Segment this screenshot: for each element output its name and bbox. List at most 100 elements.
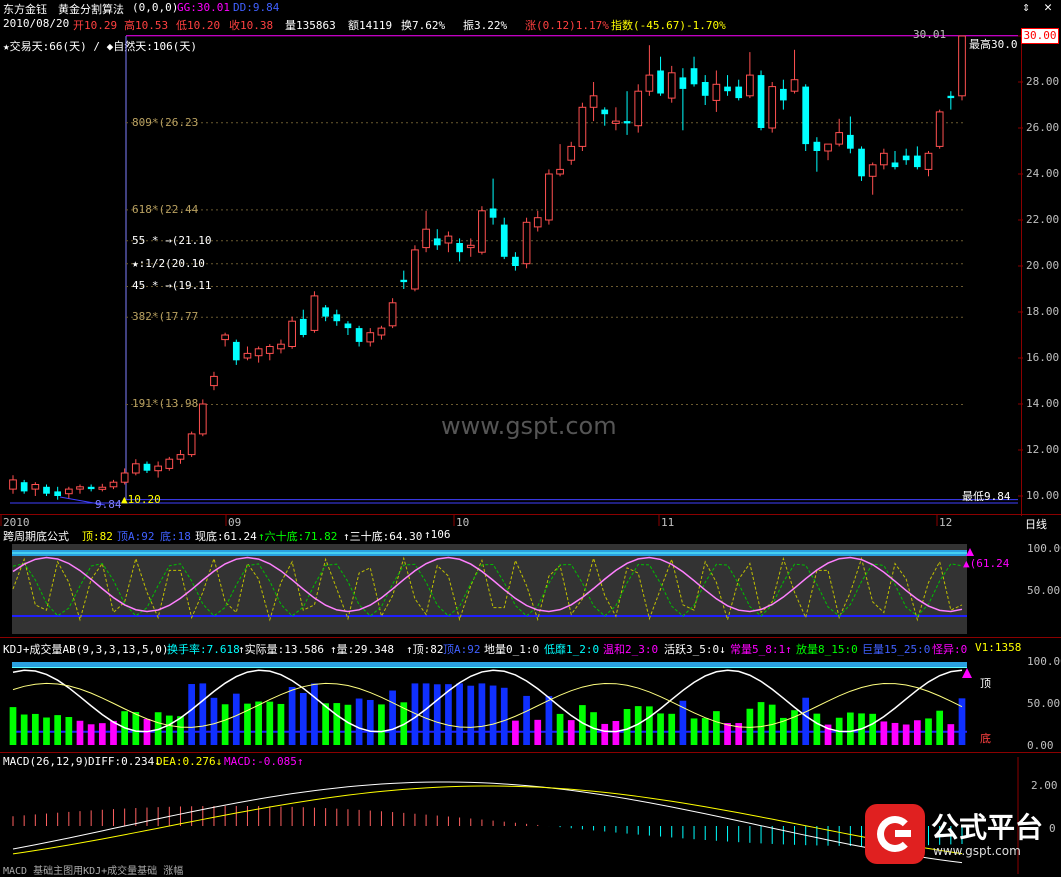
candle-body bbox=[790, 79, 799, 92]
candle-body bbox=[512, 256, 519, 266]
volume-bar bbox=[333, 703, 341, 745]
candle-body bbox=[556, 168, 564, 175]
panel2-title[interactable]: 跨周期底公式 bbox=[3, 528, 69, 544]
panel3-title[interactable]: KDJ+成交量AB(9,3,3,13,5,0) bbox=[3, 641, 168, 657]
volume-bar bbox=[500, 687, 508, 745]
candle-body bbox=[958, 35, 966, 97]
fib-label: 191*(13.98 bbox=[132, 397, 199, 411]
candle-body bbox=[780, 88, 787, 101]
panel4-bottom-text: MACD 基础主图用KDJ+成交量基础 涨幅 bbox=[3, 866, 184, 877]
candle-body bbox=[813, 141, 821, 151]
candle-body bbox=[824, 143, 832, 152]
candle-body bbox=[589, 95, 598, 108]
candle-body bbox=[344, 323, 352, 329]
candle-body bbox=[310, 295, 319, 331]
panel3-odd: 怪异:0 bbox=[932, 643, 968, 656]
panel2-item-106: ↑106 bbox=[424, 528, 451, 541]
candle-body bbox=[735, 86, 743, 99]
fib-label: 382*(17.77 bbox=[132, 310, 199, 324]
panel3-tick-100: 100.00 bbox=[1027, 655, 1061, 668]
brand-logo: 公式平台 www.gspt.com bbox=[865, 802, 1055, 866]
candle-body bbox=[120, 472, 129, 483]
panel3-tick-50: 50.00 bbox=[1027, 697, 1061, 710]
volume-bar bbox=[76, 720, 84, 745]
panel3-turnover: 换手率:7.618 bbox=[167, 643, 240, 656]
candle-body bbox=[623, 121, 631, 124]
candle-body bbox=[679, 77, 687, 89]
panel3-top: ↑顶:82 bbox=[406, 643, 444, 656]
fib-label: 809*(26.23 bbox=[132, 115, 199, 129]
candle-body bbox=[567, 145, 576, 161]
panel3-tick-0: 0.00 bbox=[1027, 739, 1054, 752]
volume-bar bbox=[288, 686, 296, 745]
candle-body bbox=[533, 217, 542, 228]
volume-bar bbox=[54, 715, 62, 745]
panel3-divider bbox=[0, 752, 1061, 753]
panel4-tick-2: 2.00 bbox=[1031, 779, 1058, 792]
volume-bar bbox=[98, 723, 106, 745]
candle-body bbox=[400, 279, 408, 283]
candle-body bbox=[54, 491, 62, 496]
candle-body bbox=[746, 74, 754, 97]
candle-body bbox=[466, 244, 475, 249]
candle-body bbox=[757, 75, 765, 128]
candle-body bbox=[858, 148, 865, 177]
candle-body bbox=[366, 332, 375, 343]
current-price-tag: 30.00 bbox=[1021, 28, 1059, 44]
panel4-diff: DIFF:0.234↓ bbox=[88, 755, 161, 768]
candle-body bbox=[299, 318, 307, 335]
candle-body bbox=[712, 83, 721, 101]
candle-body bbox=[43, 486, 50, 494]
candle-body bbox=[444, 235, 453, 244]
fib-label: 45 * →(19.11 bbox=[132, 279, 212, 293]
volume-bar bbox=[199, 683, 207, 745]
volume-bar bbox=[266, 701, 274, 745]
panel3-expand: 放量8_15:0 bbox=[796, 643, 858, 656]
watermark: www.gspt.com bbox=[441, 412, 617, 440]
price-tick: 14.00 bbox=[1026, 397, 1060, 410]
candle-body bbox=[355, 328, 363, 342]
high-label: 最高30.0 bbox=[969, 38, 1018, 51]
volume-bar bbox=[813, 713, 821, 745]
panel3-ground: 地量0_1:0 bbox=[484, 643, 540, 656]
volume-bar bbox=[567, 720, 575, 745]
candle-body bbox=[64, 488, 73, 495]
volume-bar bbox=[344, 704, 352, 745]
candle-body bbox=[868, 164, 877, 177]
volume-bar bbox=[690, 718, 698, 745]
fib-label: 618*(22.44 bbox=[132, 202, 199, 216]
start-marker: ▲10.20 bbox=[121, 493, 161, 506]
panel2-tick-50: 50.00 bbox=[1027, 584, 1061, 597]
volume-bar bbox=[43, 717, 50, 745]
volume-bar bbox=[467, 685, 475, 745]
price-tick: 20.00 bbox=[1026, 259, 1060, 272]
candle-body bbox=[143, 463, 151, 471]
candle-body bbox=[913, 155, 921, 168]
candle-body bbox=[9, 479, 17, 490]
candle-body bbox=[667, 72, 676, 99]
volume-bar bbox=[389, 690, 396, 745]
panel4-title[interactable]: MACD(26,12,9) bbox=[3, 755, 89, 768]
panel3-header: KDJ+成交量AB(9,3,3,13,5,0) 换手率:7.618 ↑实际量:1… bbox=[0, 641, 1061, 657]
panel3-topa: 顶A:92 bbox=[443, 643, 481, 656]
candle-body bbox=[634, 90, 643, 127]
candle-body bbox=[221, 334, 229, 341]
candle-body bbox=[243, 352, 252, 359]
candle-body bbox=[690, 68, 698, 85]
price-tick: 10.00 bbox=[1026, 489, 1060, 502]
candle-body bbox=[411, 249, 419, 290]
panel2-marker: ▲(61.24 bbox=[963, 557, 1010, 570]
volume-bar bbox=[913, 720, 921, 745]
price-tick: 18.00 bbox=[1026, 305, 1060, 318]
panel3-huge: 巨量15_25:0 bbox=[862, 643, 931, 656]
candle-body bbox=[456, 243, 463, 253]
volume-bar bbox=[322, 703, 329, 745]
volume-bar bbox=[489, 685, 497, 745]
candle-body bbox=[109, 481, 118, 488]
volume-bar bbox=[210, 697, 218, 745]
price-tick: 22.00 bbox=[1026, 213, 1060, 226]
candle-body bbox=[879, 152, 888, 166]
panel3-mild: 温和2_3:0 bbox=[603, 643, 659, 656]
macd-diff-line bbox=[12, 781, 963, 864]
panel4-dea: DEA:0.276↓ bbox=[156, 755, 223, 768]
